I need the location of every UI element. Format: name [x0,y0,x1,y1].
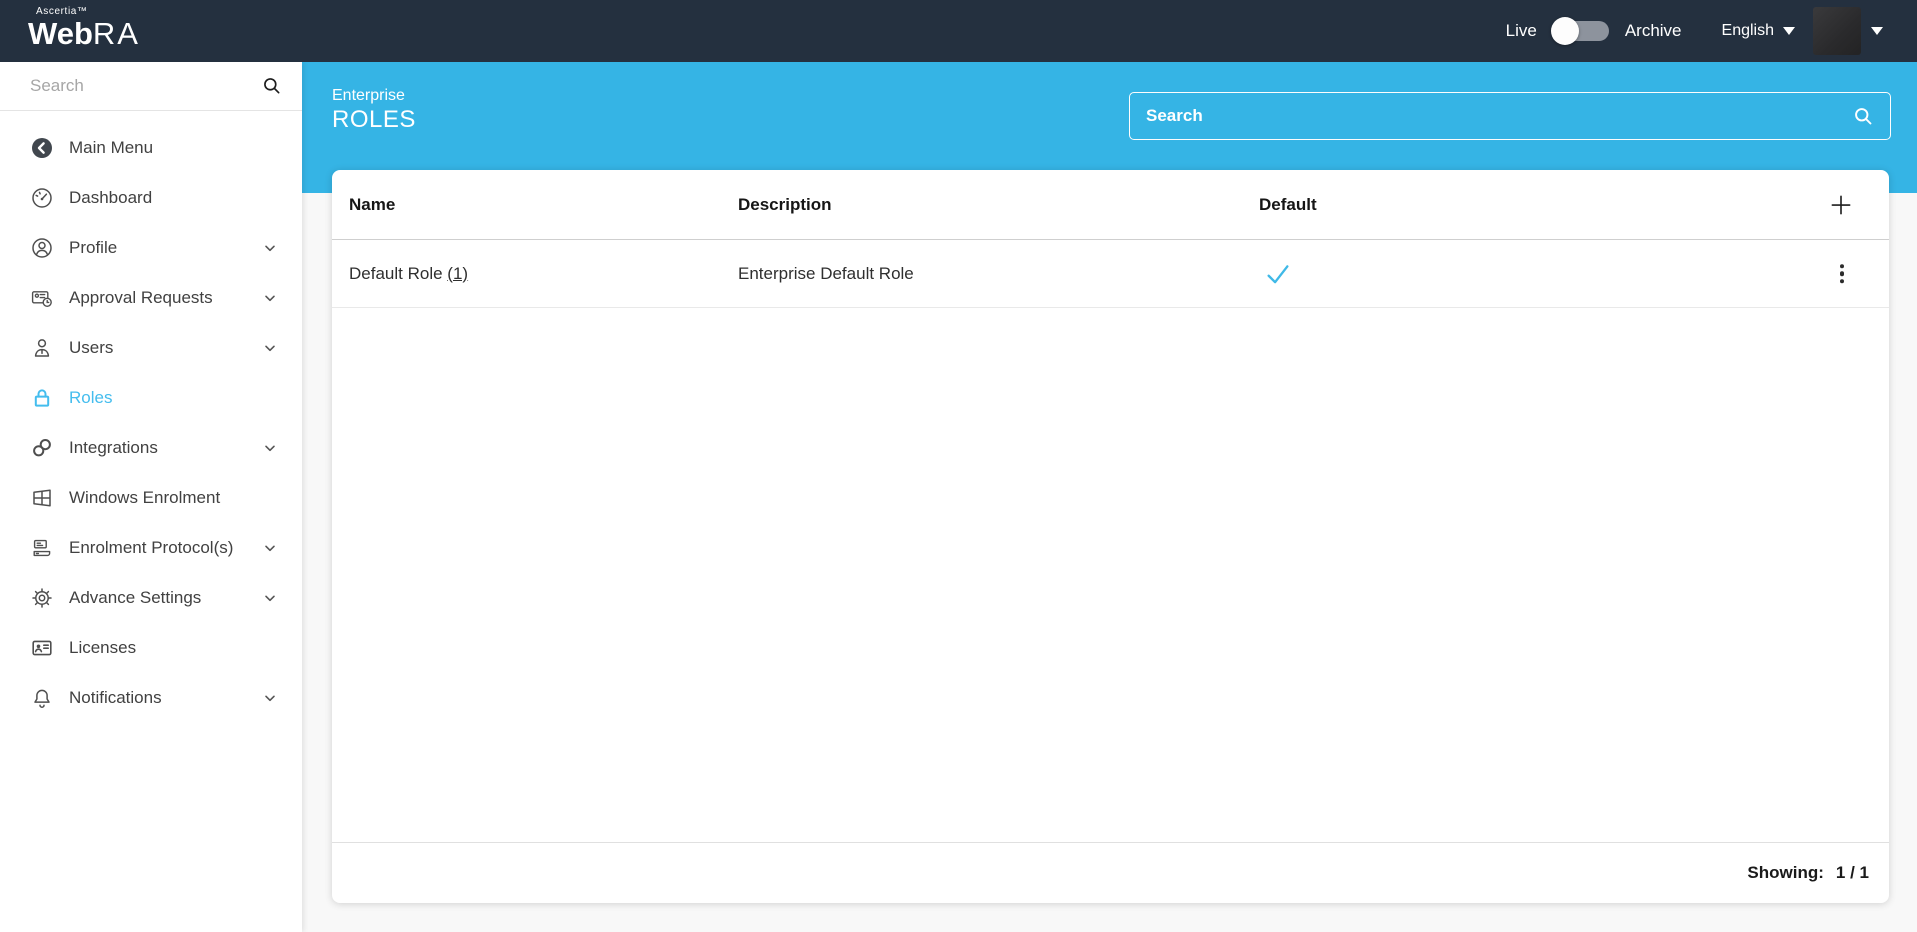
sidebar: Main Menu Dashboard Profile Approval Req… [0,62,302,932]
toggle-knob[interactable] [1551,17,1579,45]
brand-product: WebRA [28,18,140,50]
roles-table-card: Name Description Default Default Role (1… [332,170,1889,903]
role-count-link[interactable]: (1) [447,264,468,283]
sidebar-item-label: Roles [69,388,112,408]
showing-label: Showing: [1747,863,1823,882]
chevron-down-icon[interactable] [262,590,278,606]
language-label: English [1722,22,1774,40]
sidebar-item-label: Integrations [69,438,158,458]
sidebar-item-label: Enrolment Protocol(s) [69,538,233,558]
chevron-down-icon[interactable] [262,690,278,706]
sidebar-item-label: Advance Settings [69,588,201,608]
sidebar-item-label: Profile [69,238,117,258]
sidebar-item-label: Main Menu [69,138,153,158]
sidebar-item-windows-enrolment[interactable]: Windows Enrolment [0,473,302,523]
bell-icon [30,686,54,710]
add-role-button[interactable] [1828,192,1854,218]
page-eyebrow: Enterprise [332,85,416,106]
profile-icon [30,236,54,260]
user-menu-chevron-icon[interactable] [1871,27,1883,35]
table-header-row: Name Description Default [332,170,1889,240]
chevron-down-icon[interactable] [262,540,278,556]
approval-card-icon [30,286,54,310]
id-card-icon [30,636,54,660]
sidebar-item-label: Windows Enrolment [69,488,220,508]
table-footer: Showing: 1 / 1 [332,842,1889,903]
sidebar-item-licenses[interactable]: Licenses [0,623,302,673]
column-header-default: Default [1259,195,1317,215]
sidebar-item-integrations[interactable]: Integrations [0,423,302,473]
sidebar-item-notifications[interactable]: Notifications [0,673,302,723]
topbar-right-cluster: Live Archive English [1506,0,1883,62]
sidebar-item-advance-settings[interactable]: Advance Settings [0,573,302,623]
sidebar-item-dashboard[interactable]: Dashboard [0,173,302,223]
chevron-down-icon[interactable] [262,340,278,356]
page-title: ROLES [332,106,416,133]
language-dropdown[interactable]: English [1722,22,1795,40]
roles-search [1129,92,1891,140]
page-title-block: Enterprise ROLES [332,85,416,133]
sidebar-item-profile[interactable]: Profile [0,223,302,273]
sidebar-item-label: Users [69,338,113,358]
sidebar-item-main-menu[interactable]: Main Menu [0,123,302,173]
roles-search-input[interactable] [1130,93,1890,139]
live-label: Live [1506,21,1537,41]
row-actions-kebab-icon[interactable] [1837,260,1848,288]
app-logo: Ascertia™ WebRA [28,6,140,50]
lock-icon [30,386,54,410]
gear-icon [30,586,54,610]
sidebar-item-roles[interactable]: Roles [0,373,302,423]
gauge-icon [30,186,54,210]
search-icon[interactable] [1853,106,1874,127]
back-circle-icon [30,136,54,160]
column-header-description: Description [738,195,832,215]
sidebar-item-label: Notifications [69,688,162,708]
search-icon[interactable] [262,76,282,96]
sidebar-item-label: Dashboard [69,188,152,208]
sidebar-item-users[interactable]: Users [0,323,302,373]
sidebar-item-approval-requests[interactable]: Approval Requests [0,273,302,323]
table-row[interactable]: Default Role (1) Enterprise Default Role [332,240,1889,308]
user-icon [30,336,54,360]
chevron-down-icon[interactable] [262,440,278,456]
windows-icon [30,486,54,510]
sidebar-item-label: Licenses [69,638,136,658]
role-name-cell: Default Role (1) [349,264,468,284]
avatar[interactable] [1813,7,1861,55]
default-check-icon [1264,260,1292,288]
sidebar-item-label: Approval Requests [69,288,213,308]
archive-label: Archive [1625,21,1682,41]
chevron-down-icon[interactable] [262,290,278,306]
showing-value: 1 / 1 [1836,863,1869,882]
chain-icon [30,436,54,460]
chevron-down-icon[interactable] [262,240,278,256]
top-bar: Ascertia™ WebRA Live Archive English [0,0,1917,62]
sidebar-menu: Main Menu Dashboard Profile Approval Req… [0,123,302,723]
live-archive-toggle[interactable] [1553,21,1609,41]
showing-counter: Showing: 1 / 1 [1747,863,1869,883]
protocol-icon [30,536,54,560]
chevron-down-icon [1783,27,1795,35]
column-header-name: Name [349,195,395,215]
sidebar-item-enrolment-protocols[interactable]: Enrolment Protocol(s) [0,523,302,573]
sidebar-search [0,62,302,111]
role-description-cell: Enterprise Default Role [738,264,914,284]
sidebar-search-input[interactable] [0,62,302,110]
